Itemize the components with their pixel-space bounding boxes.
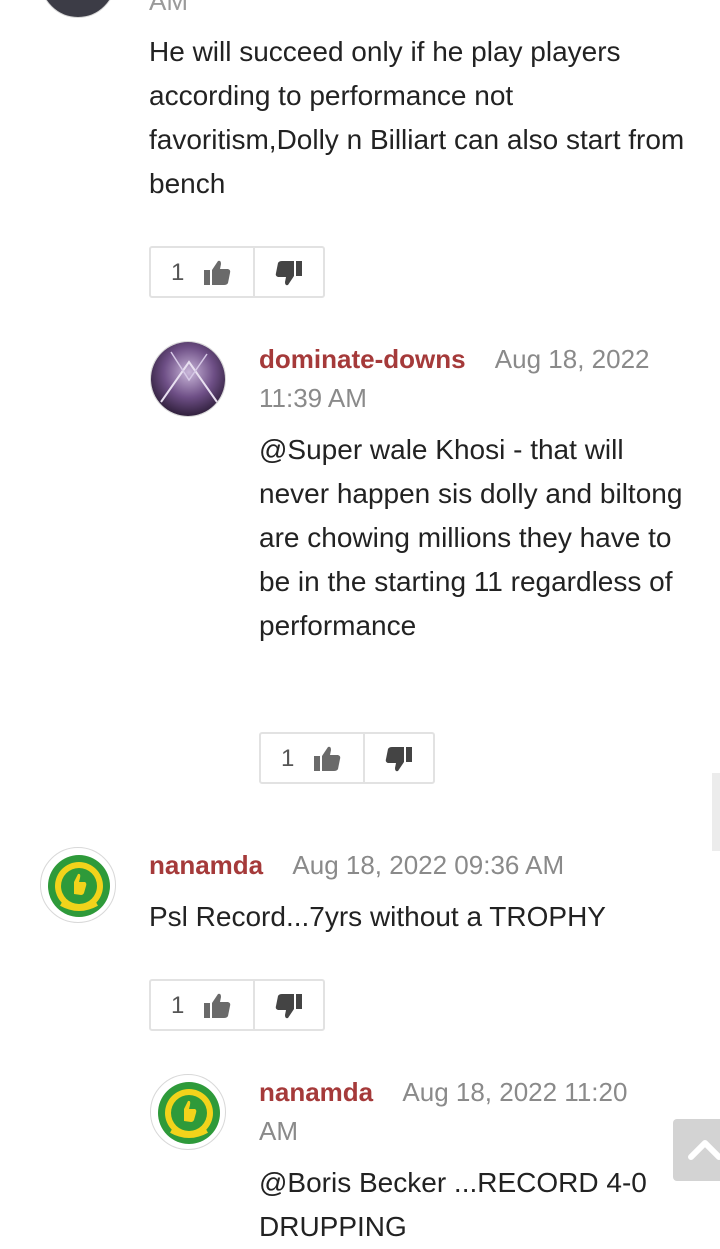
like-count: 1 [281, 745, 295, 772]
avatar[interactable] [150, 341, 226, 417]
comment-meta: nanamda Aug 18, 2022 09:36 AM [149, 846, 689, 885]
comment-meta: dominate-downs Aug 18, 2022 11:39 AM [259, 340, 689, 418]
club-badge-icon [158, 1082, 220, 1144]
like-count: 1 [171, 992, 185, 1019]
avatar[interactable] [40, 847, 116, 923]
scroll-to-top-button[interactable] [673, 1119, 720, 1181]
dislike-button[interactable] [365, 734, 433, 782]
thumbs-down-icon [275, 261, 302, 286]
comment-date: Aug 18, 2022 09:36 AM [292, 850, 565, 880]
user-photo-icon [151, 342, 225, 416]
comment-time: 11:39 AM [259, 383, 367, 413]
thumbs-up-icon [314, 746, 341, 771]
vote-box: 1 [149, 246, 325, 298]
like-count: 1 [171, 259, 185, 286]
username[interactable]: nanamda [149, 850, 263, 880]
comment-time: AM [259, 1116, 298, 1146]
thumbs-down-icon [385, 747, 412, 772]
thumbs-up-icon [204, 993, 231, 1018]
username[interactable]: dominate-downs [259, 344, 466, 374]
comment-meta: nanamda Aug 18, 2022 11:20 AM [259, 1073, 679, 1151]
thumbs-down-icon [275, 994, 302, 1019]
dislike-button[interactable] [255, 248, 323, 296]
thumbs-up-icon [204, 260, 231, 285]
chevron-up-icon [688, 1140, 720, 1160]
like-button[interactable]: 1 [261, 734, 365, 782]
scroll-indicator [712, 773, 720, 851]
avatar[interactable] [150, 1074, 226, 1150]
like-button[interactable]: 1 [151, 981, 255, 1029]
like-button[interactable]: 1 [151, 248, 255, 296]
comment-text: @Boris Becker ...RECORD 4-0 DRUPPING [259, 1167, 647, 1242]
avatar[interactable] [40, 0, 116, 18]
vote-box: 1 [149, 979, 325, 1031]
comment-date: Aug 18, 2022 [494, 344, 650, 374]
comment-text: @Super wale Khosi - that will never happ… [259, 434, 683, 641]
username[interactable]: nanamda [259, 1077, 373, 1107]
comment-text: Psl Record...7yrs without a TROPHY [149, 901, 606, 932]
comment-date: Aug 18, 2022 11:20 [402, 1077, 628, 1107]
club-badge-icon [48, 855, 110, 917]
dislike-button[interactable] [255, 981, 323, 1029]
comment-text: He will succeed only if he play players … [149, 36, 685, 199]
vote-box: 1 [259, 732, 435, 784]
comment-time: AM [149, 0, 188, 16]
